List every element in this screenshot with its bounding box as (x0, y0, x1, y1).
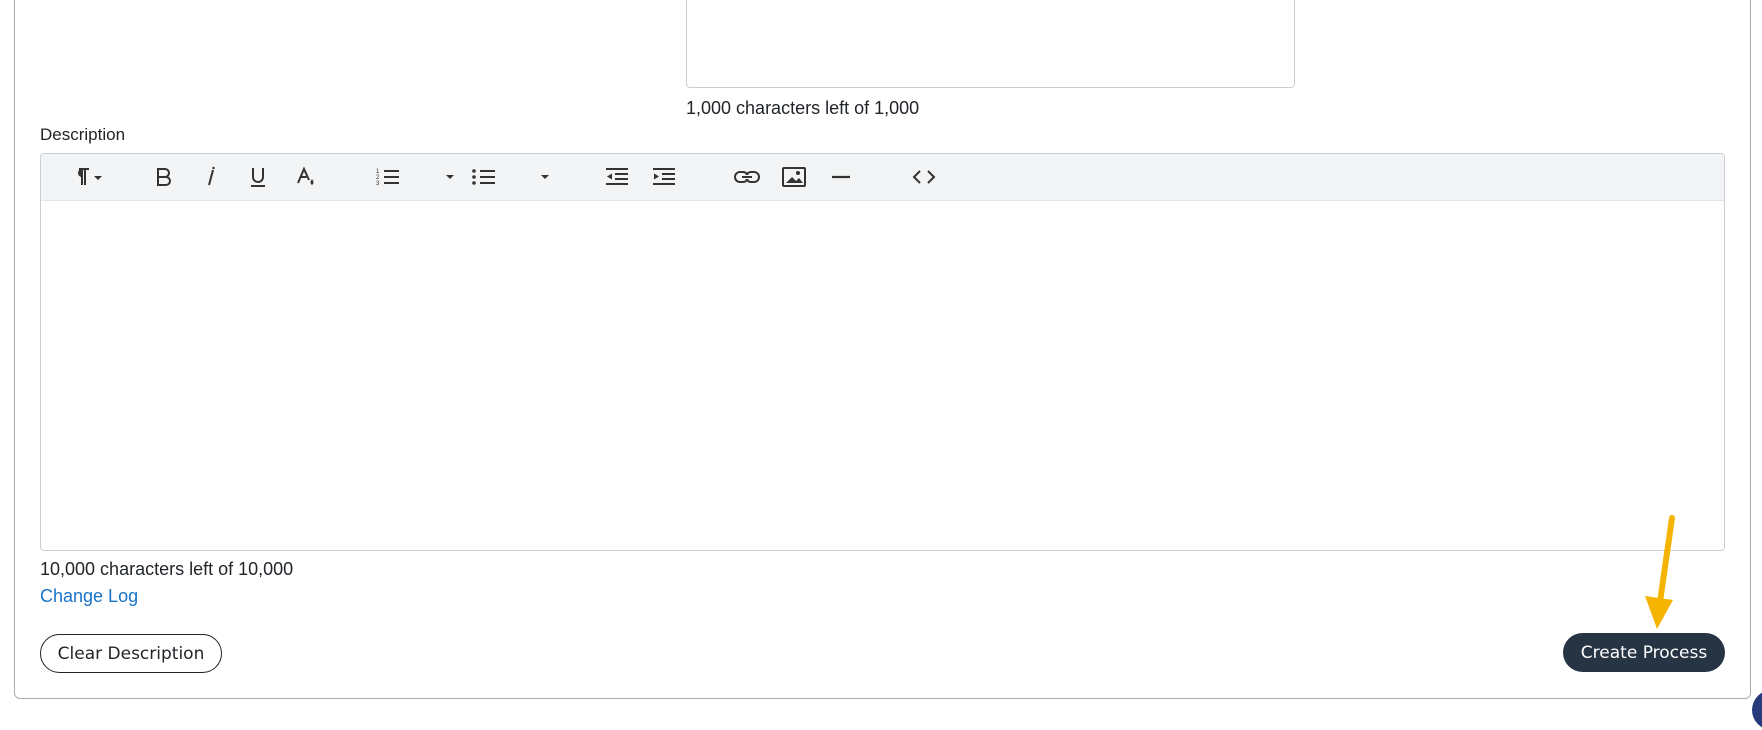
unordered-list-dropdown-icon[interactable] (536, 161, 554, 193)
description-editor-body[interactable] (41, 201, 1724, 550)
annotation-arrow-icon (1645, 515, 1675, 629)
clear-description-button[interactable]: Clear Description (40, 634, 222, 673)
paragraph-format-icon[interactable] (63, 161, 107, 193)
ordered-list-icon[interactable]: 1 2 3 (372, 161, 404, 193)
code-view-icon[interactable] (907, 161, 941, 193)
svg-text:3: 3 (376, 181, 380, 187)
insert-image-icon[interactable] (778, 161, 810, 193)
upper-char-counter: 1,000 characters left of 1,000 (686, 98, 920, 118)
unordered-list-icon[interactable] (468, 161, 500, 193)
change-log-link[interactable]: Change Log (40, 586, 138, 607)
corner-avatar (1752, 690, 1762, 730)
bold-icon[interactable] (147, 161, 179, 193)
insert-link-icon[interactable] (730, 161, 764, 193)
horizontal-rule-icon[interactable] (825, 161, 857, 193)
indent-icon[interactable] (648, 161, 680, 193)
text-color-icon[interactable] (290, 161, 322, 193)
description-editor: 1 2 3 (40, 153, 1725, 551)
ordered-list-dropdown-icon[interactable] (441, 161, 459, 193)
underline-icon[interactable] (242, 161, 274, 193)
italic-icon[interactable] (195, 161, 227, 193)
upper-textarea[interactable] (686, 0, 1295, 88)
description-label: Description (40, 125, 126, 144)
editor-toolbar: 1 2 3 (41, 154, 1724, 201)
create-process-button[interactable]: Create Process (1563, 633, 1725, 672)
description-char-counter: 10,000 characters left of 10,000 (40, 559, 294, 579)
outdent-icon[interactable] (601, 161, 633, 193)
